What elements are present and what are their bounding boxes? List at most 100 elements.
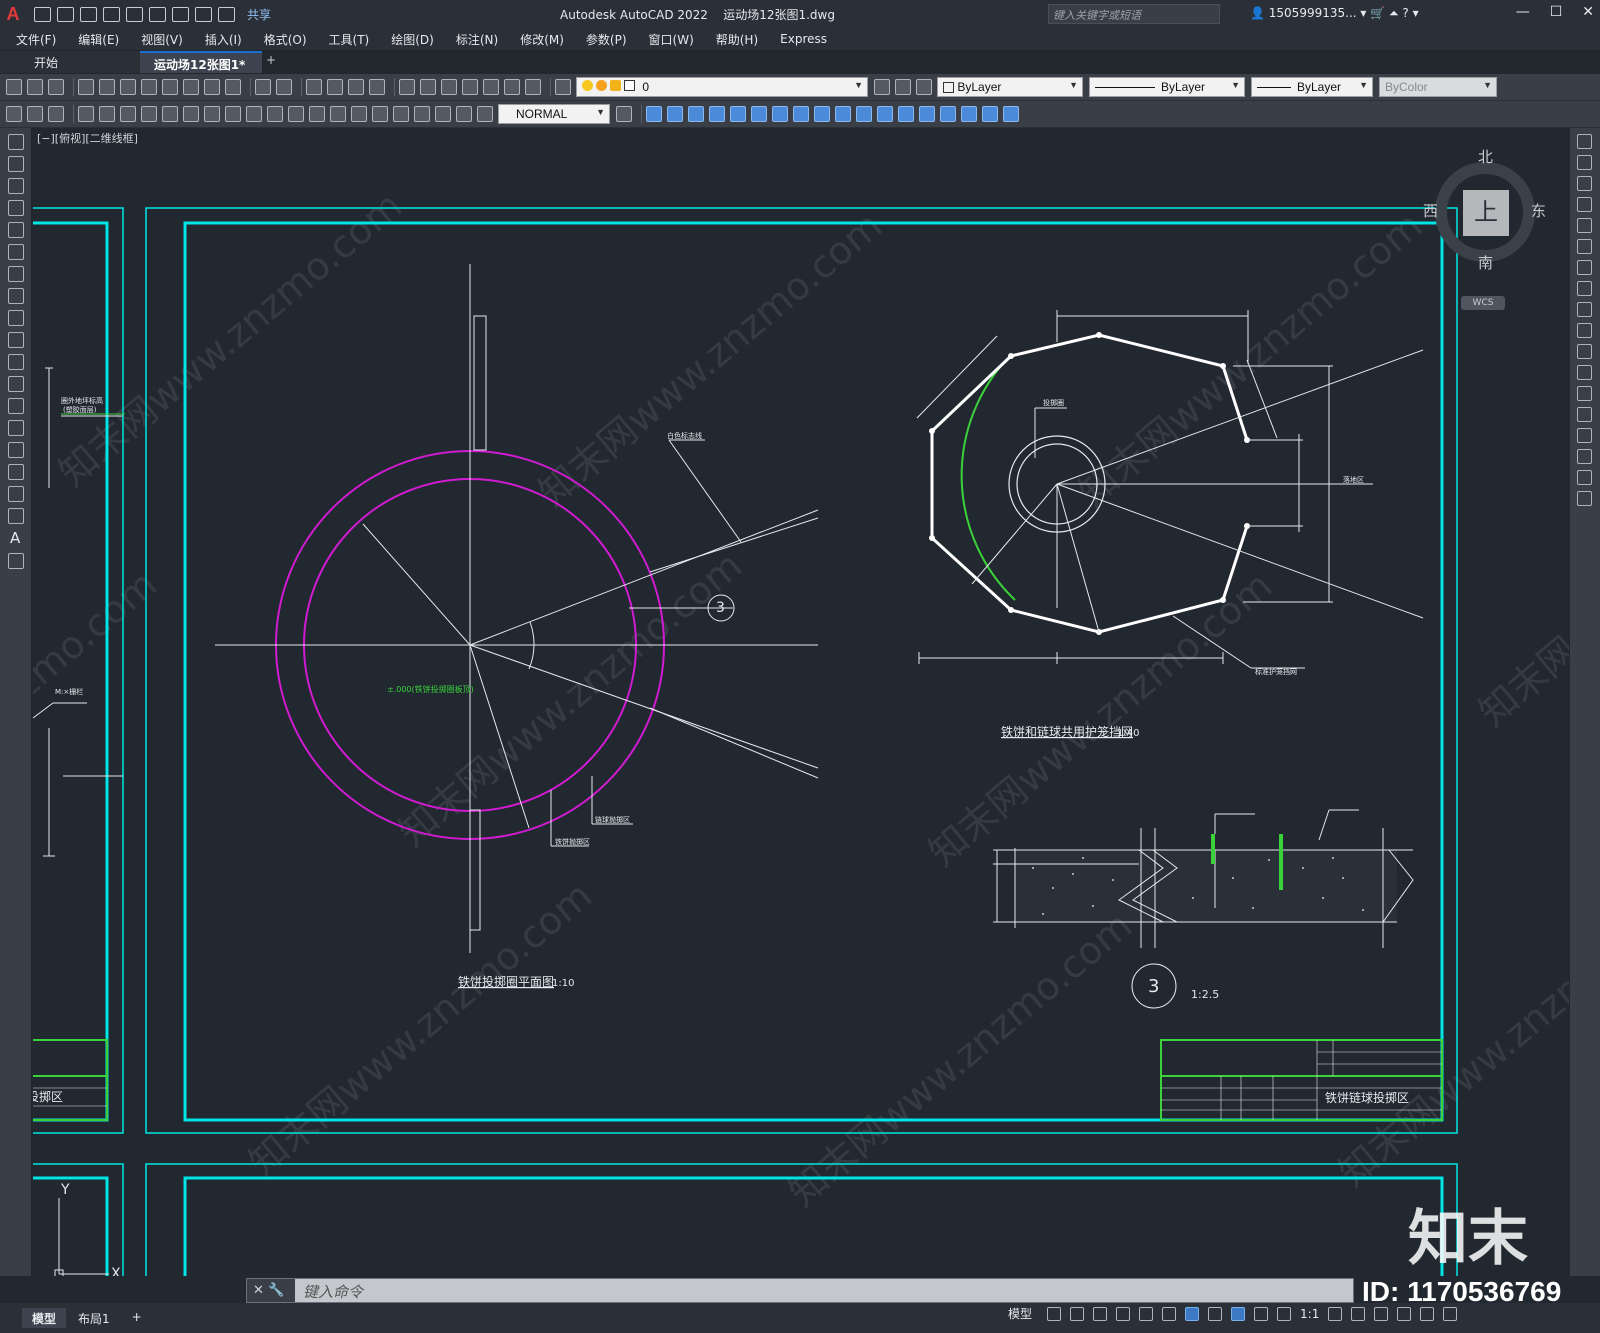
trim-icon[interactable] bbox=[1577, 323, 1592, 338]
compass-east[interactable]: 东 bbox=[1531, 200, 1546, 221]
modify-tool-icon[interactable] bbox=[835, 106, 851, 122]
radius-dim-icon[interactable] bbox=[162, 106, 178, 122]
layer-previous-icon[interactable] bbox=[895, 79, 911, 95]
search-input[interactable]: 键入关键字或短语 bbox=[1048, 4, 1220, 24]
hatch-icon[interactable] bbox=[8, 442, 24, 458]
redo-icon[interactable] bbox=[218, 6, 235, 22]
save-icon[interactable] bbox=[80, 6, 97, 22]
layer-properties-icon[interactable] bbox=[555, 79, 571, 95]
publish-icon[interactable] bbox=[120, 79, 136, 95]
cut-icon[interactable] bbox=[141, 79, 157, 95]
tool-palettes-icon[interactable] bbox=[441, 79, 457, 95]
ortho-icon[interactable] bbox=[1093, 1306, 1108, 1321]
drawing-canvas[interactable]: [−][俯视][二维线框] 知末网www.znzmo.com 知末网www.zn… bbox=[33, 128, 1569, 1276]
zoom-previous-icon[interactable] bbox=[369, 79, 385, 95]
plotstyle-dropdown[interactable]: ByColor ▼ bbox=[1379, 77, 1497, 97]
blend-icon[interactable] bbox=[1577, 470, 1592, 485]
annotation-visibility-icon[interactable] bbox=[1231, 1306, 1246, 1321]
offset-icon[interactable] bbox=[1577, 197, 1592, 212]
tab-start[interactable]: 开始 bbox=[0, 51, 140, 73]
design-center-icon[interactable] bbox=[420, 79, 436, 95]
customize-icon[interactable] bbox=[1443, 1306, 1458, 1321]
array-icon[interactable] bbox=[1577, 218, 1592, 233]
modify-tool-icon[interactable] bbox=[919, 106, 935, 122]
tool-icon[interactable] bbox=[27, 106, 43, 122]
explode-icon[interactable] bbox=[1577, 491, 1592, 506]
menu-tools[interactable]: 工具(T) bbox=[329, 31, 370, 48]
menu-help[interactable]: 帮助(H) bbox=[716, 31, 758, 48]
modify-tool-icon[interactable] bbox=[709, 106, 725, 122]
quick-dim-icon[interactable] bbox=[246, 106, 262, 122]
annotation-scale-icon[interactable] bbox=[1277, 1306, 1292, 1321]
revcloud-icon[interactable] bbox=[8, 288, 24, 304]
object-snap-icon[interactable] bbox=[1185, 1306, 1200, 1321]
command-line-controls[interactable]: ✕ 🔧 bbox=[247, 1279, 295, 1302]
tab-model[interactable]: 模型 bbox=[22, 1308, 67, 1328]
dim-style-icon[interactable] bbox=[616, 106, 632, 122]
linear-dim-icon[interactable] bbox=[78, 106, 94, 122]
tool-icon[interactable] bbox=[48, 106, 64, 122]
modify-tool-icon[interactable] bbox=[751, 106, 767, 122]
copy-icon[interactable] bbox=[162, 79, 178, 95]
arc-length-icon[interactable] bbox=[120, 106, 136, 122]
undo-icon[interactable] bbox=[195, 6, 212, 22]
gradient-icon[interactable] bbox=[8, 464, 24, 480]
grid-icon[interactable] bbox=[1047, 1306, 1062, 1321]
table-icon[interactable] bbox=[8, 508, 24, 524]
workspace-icon[interactable] bbox=[1328, 1306, 1343, 1321]
annotation-scale-value[interactable]: 1:1 bbox=[1300, 1307, 1319, 1321]
erase-icon[interactable] bbox=[1577, 134, 1592, 149]
modify-tool-icon[interactable] bbox=[856, 106, 872, 122]
redo-icon[interactable] bbox=[276, 79, 292, 95]
fillet-icon[interactable] bbox=[1577, 449, 1592, 464]
spline-icon[interactable] bbox=[8, 310, 24, 326]
annotation-monitor-icon[interactable] bbox=[1351, 1306, 1366, 1321]
menu-insert[interactable]: 插入(I) bbox=[205, 31, 242, 48]
minimize-icon[interactable]: — bbox=[1516, 4, 1530, 20]
diameter-dim-icon[interactable] bbox=[204, 106, 220, 122]
save-icon[interactable] bbox=[48, 79, 64, 95]
close-icon[interactable]: ✕ bbox=[1582, 4, 1594, 20]
menu-format[interactable]: 格式(O) bbox=[264, 31, 307, 48]
wcs-menu[interactable]: WCS bbox=[1461, 296, 1505, 310]
new-icon[interactable] bbox=[34, 6, 51, 22]
rotate-icon[interactable] bbox=[1577, 260, 1592, 275]
insert-block-icon[interactable] bbox=[8, 376, 24, 392]
dim-text-edit-icon[interactable] bbox=[456, 106, 472, 122]
dim-update-icon[interactable] bbox=[477, 106, 493, 122]
dim-break-icon[interactable] bbox=[330, 106, 346, 122]
angular-dim-icon[interactable] bbox=[225, 106, 241, 122]
markup-icon[interactable] bbox=[483, 79, 499, 95]
help-icon[interactable] bbox=[525, 79, 541, 95]
lineweight-icon[interactable] bbox=[1208, 1306, 1223, 1321]
lineweight-dropdown[interactable]: ByLayer ▼ bbox=[1251, 77, 1373, 97]
ellipse-arc-icon[interactable] bbox=[8, 354, 24, 370]
user-account[interactable]: 👤 1505999135... ▾ 🛒 ⏶ ? ▾ bbox=[1250, 6, 1419, 21]
new-icon[interactable] bbox=[6, 79, 22, 95]
polar-icon[interactable] bbox=[1116, 1306, 1131, 1321]
ordinate-dim-icon[interactable] bbox=[141, 106, 157, 122]
viewport-label[interactable]: [−][俯视][二维线框] bbox=[37, 130, 138, 146]
menu-draw[interactable]: 绘图(D) bbox=[391, 31, 434, 48]
share-button[interactable]: 共享 bbox=[247, 6, 271, 23]
maximize-icon[interactable]: ☐ bbox=[1550, 4, 1563, 20]
modify-tool-icon[interactable] bbox=[667, 106, 683, 122]
polygon-icon[interactable] bbox=[8, 200, 24, 216]
command-input[interactable]: 键入命令 bbox=[295, 1279, 1353, 1302]
units-icon[interactable] bbox=[1374, 1306, 1389, 1321]
multiline-text-icon[interactable]: A bbox=[10, 529, 21, 547]
stretch-icon[interactable] bbox=[1577, 302, 1592, 317]
auto-scale-icon[interactable] bbox=[1254, 1306, 1269, 1321]
import-icon[interactable] bbox=[126, 6, 143, 22]
compass-north[interactable]: 北 bbox=[1478, 146, 1493, 167]
layer-dropdown[interactable]: 0 ▼ bbox=[576, 77, 868, 97]
zoom-realtime-icon[interactable] bbox=[327, 79, 343, 95]
plot-icon[interactable] bbox=[78, 79, 94, 95]
sheet-set-icon[interactable] bbox=[462, 79, 478, 95]
quick-properties-icon[interactable] bbox=[1397, 1306, 1412, 1321]
color-dropdown[interactable]: ByLayer ▼ bbox=[937, 77, 1083, 97]
properties-icon[interactable] bbox=[399, 79, 415, 95]
make-block-icon[interactable] bbox=[8, 398, 24, 414]
modify-tool-icon[interactable] bbox=[646, 106, 662, 122]
point-icon[interactable] bbox=[8, 420, 24, 436]
